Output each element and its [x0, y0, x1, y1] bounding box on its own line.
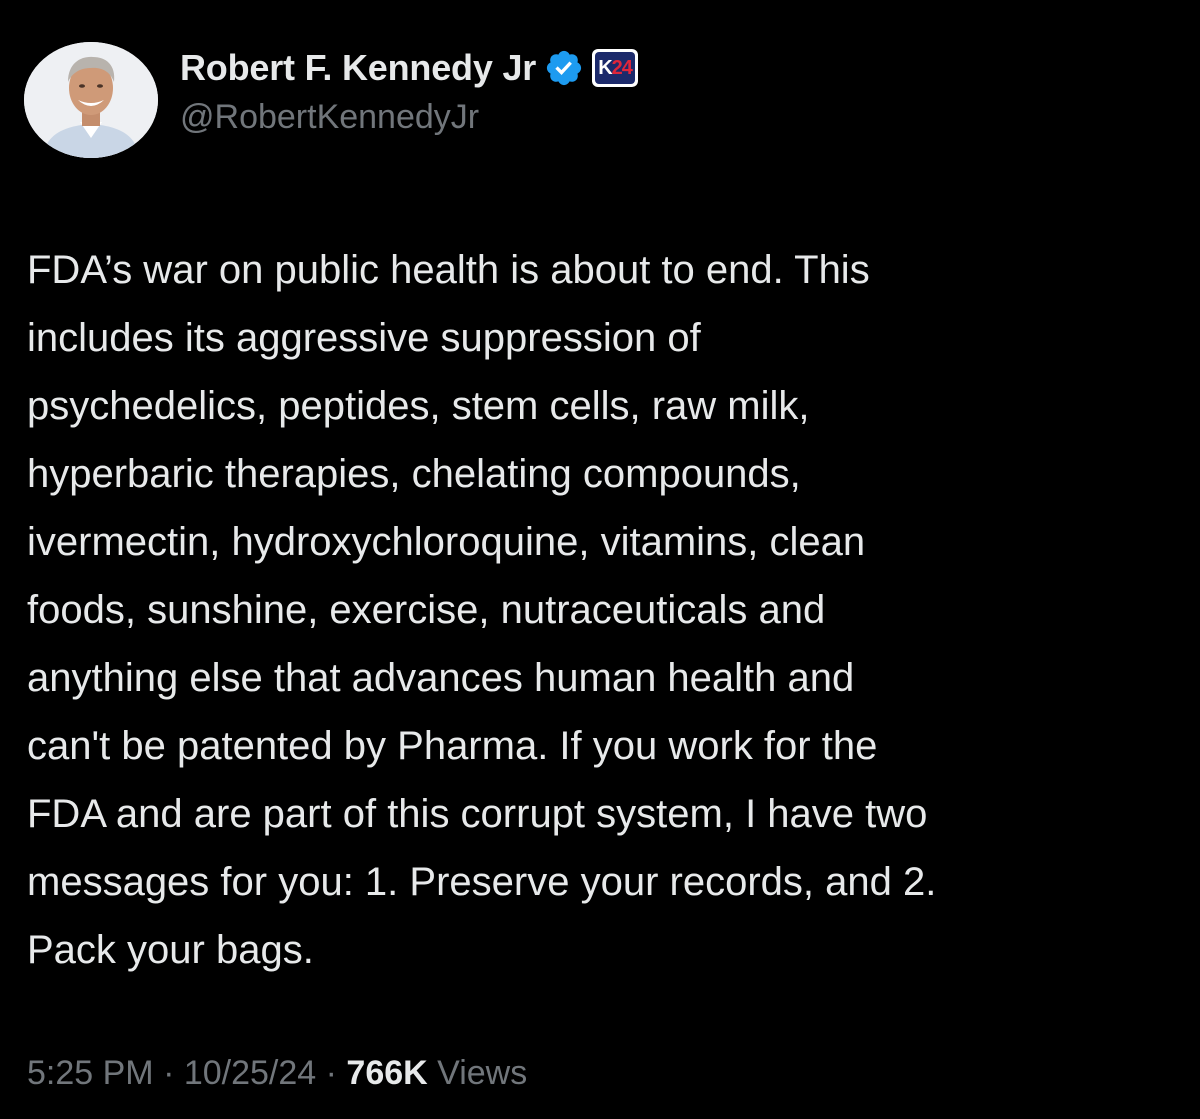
tweet-text: FDA’s war on public health is about to e…	[27, 236, 1177, 984]
verified-badge-icon[interactable]	[544, 48, 584, 88]
tweet-text-line: ivermectin, hydroxychloroquine, vitamins…	[27, 520, 866, 564]
meta-separator: ·	[153, 1054, 184, 1092]
views-count[interactable]: 766K	[346, 1054, 427, 1092]
profile-photo	[24, 42, 158, 158]
tweet-text-line: can't be patented by Pharma. If you work…	[27, 724, 878, 768]
tweet-text-line: FDA’s war on public health is about to e…	[27, 248, 870, 292]
tweet-text-line: messages for you: 1. Preserve your recor…	[27, 860, 937, 904]
tweet-text-line: Pack your bags.	[27, 928, 314, 972]
affiliate-badge-24: 24	[611, 56, 633, 79]
author-handle[interactable]: @RobertKennedyJr	[180, 98, 479, 137]
tweet-time[interactable]: 5:25 PM	[27, 1054, 154, 1092]
author-display-name[interactable]: Robert F. Kennedy Jr	[180, 47, 536, 89]
tweet-meta: 5:25 PM · 10/25/24 · 766K Views	[27, 1054, 527, 1093]
tweet-text-line: includes its aggressive suppression of	[27, 316, 701, 360]
tweet-text-line: hyperbaric therapies, chelating compound…	[27, 452, 801, 496]
tweet[interactable]: Robert F. Kennedy Jr K 24 @RobertKennedyJ…	[0, 0, 1200, 1119]
meta-separator: ·	[316, 1054, 347, 1092]
tweet-text-line: FDA and are part of this corrupt system,…	[27, 792, 928, 836]
author-name-row: Robert F. Kennedy Jr K 24	[180, 46, 639, 90]
tweet-text-line: foods, sunshine, exercise, nutraceutical…	[27, 588, 826, 632]
tweet-date[interactable]: 10/25/24	[184, 1054, 316, 1092]
affiliate-badge-logo: K 24	[595, 52, 636, 84]
avatar[interactable]	[24, 42, 158, 158]
tweet-text-line: anything else that advances human health…	[27, 656, 855, 700]
affiliate-badge[interactable]: K 24	[592, 49, 639, 87]
views-label: Views	[427, 1054, 528, 1092]
tweet-text-line: psychedelics, peptides, stem cells, raw …	[27, 384, 810, 428]
affiliate-badge-k: K	[598, 56, 612, 79]
